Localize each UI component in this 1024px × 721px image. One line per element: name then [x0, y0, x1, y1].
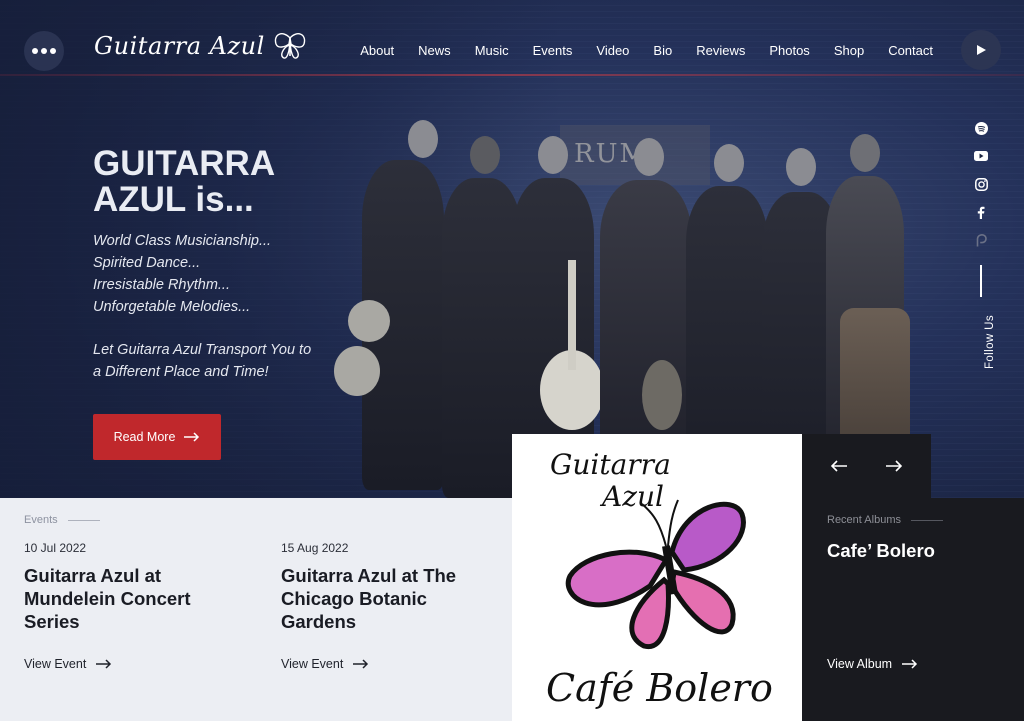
arrow-right-icon[interactable]	[885, 460, 902, 472]
carousel-controls	[802, 434, 931, 498]
nav-news[interactable]: News	[418, 43, 451, 58]
album-cover[interactable]: Guitarra Azul Café Bolero	[512, 434, 802, 721]
arrow-right-icon	[96, 659, 112, 669]
hero-description: World Class Musicianship... Spirited Dan…	[93, 230, 311, 383]
nav-photos[interactable]: Photos	[769, 43, 809, 58]
nav-reviews[interactable]: Reviews	[696, 43, 745, 58]
nav-contact[interactable]: Contact	[888, 43, 933, 58]
recent-albums-section: Recent Albums Cafe’ Bolero View Album	[802, 498, 1024, 721]
arrow-left-icon[interactable]	[831, 460, 848, 472]
event-date: 15 Aug 2022	[281, 541, 349, 555]
album-title[interactable]: Cafe’ Bolero	[827, 540, 935, 562]
menu-dot-icon	[41, 48, 47, 54]
arrow-right-icon	[353, 659, 369, 669]
arrow-right-icon	[184, 432, 200, 442]
menu-dot-icon	[32, 48, 38, 54]
hero-tagline: a Different Place and Time!	[93, 364, 269, 380]
hero-line: Spirited Dance...	[93, 255, 201, 271]
play-icon	[977, 45, 986, 55]
header-divider	[0, 74, 1024, 76]
social-rail	[972, 121, 990, 297]
menu-button[interactable]	[24, 31, 64, 71]
social-divider	[980, 265, 982, 297]
label-line	[910, 519, 943, 521]
read-more-label: Read More	[113, 430, 176, 444]
event-card: 15 Aug 2022 Guitarra Azul at The Chicago…	[281, 541, 491, 633]
event-title[interactable]: Guitarra Azul at The Chicago Botanic Gar…	[281, 564, 491, 633]
nav-shop[interactable]: Shop	[834, 43, 864, 58]
hero-tagline: Let Guitarra Azul Transport You to	[93, 342, 312, 358]
hero-line: Unforgetable Melodies...	[93, 299, 251, 315]
label-line	[67, 519, 100, 521]
nav-bio[interactable]: Bio	[653, 43, 672, 58]
view-album-label: View Album	[827, 657, 893, 671]
event-date: 10 Jul 2022	[24, 541, 87, 555]
hero-title-line1: GUITARRA	[93, 144, 276, 183]
butterfly-icon	[565, 499, 746, 650]
play-button[interactable]	[961, 30, 1001, 70]
view-event-label: View Event	[24, 657, 87, 671]
nav-about[interactable]: About	[360, 43, 394, 58]
instagram-icon[interactable]	[974, 177, 988, 191]
spotify-icon[interactable]	[974, 121, 988, 135]
nav-video[interactable]: Video	[596, 43, 629, 58]
follow-us-label: Follow Us	[984, 314, 996, 370]
hero-line: Irresistable Rhythm...	[93, 277, 230, 293]
main-nav: About News Music Events Video Bio Review…	[336, 43, 933, 58]
event-card: 10 Jul 2022 Guitarra Azul at Mundelein C…	[24, 541, 224, 633]
hero-title: GUITARRA AZUL is...	[93, 146, 275, 218]
hero-title-line2: AZUL is...	[93, 180, 254, 219]
view-event-link[interactable]: View Event	[24, 657, 112, 671]
site-logo[interactable]: Guitarra Azul	[94, 32, 307, 60]
events-section: Events 10 Jul 2022 Guitarra Azul at Mund…	[0, 498, 512, 721]
view-album-link[interactable]: View Album	[827, 657, 918, 671]
events-label: Events	[24, 514, 100, 526]
view-event-label: View Event	[281, 657, 344, 671]
view-event-link[interactable]: View Event	[281, 657, 369, 671]
logo-text: Guitarra Azul	[94, 32, 265, 60]
hero-line: World Class Musicianship...	[93, 233, 272, 249]
recent-albums-label-text: Recent Albums	[827, 514, 901, 526]
arrow-right-icon	[902, 659, 918, 669]
recent-albums-label: Recent Albums	[827, 514, 943, 526]
butterfly-icon	[274, 33, 305, 59]
youtube-icon[interactable]	[974, 149, 988, 163]
facebook-icon[interactable]	[974, 205, 988, 219]
patreon-icon[interactable]	[974, 233, 988, 247]
read-more-button[interactable]: Read More	[93, 414, 221, 460]
menu-dot-icon	[50, 48, 56, 54]
event-title[interactable]: Guitarra Azul at Mundelein Concert Serie…	[24, 564, 224, 633]
events-label-text: Events	[24, 514, 58, 526]
nav-music[interactable]: Music	[475, 43, 509, 58]
album-cover-subtitle: Café Bolero	[546, 666, 773, 710]
nav-events[interactable]: Events	[533, 43, 573, 58]
